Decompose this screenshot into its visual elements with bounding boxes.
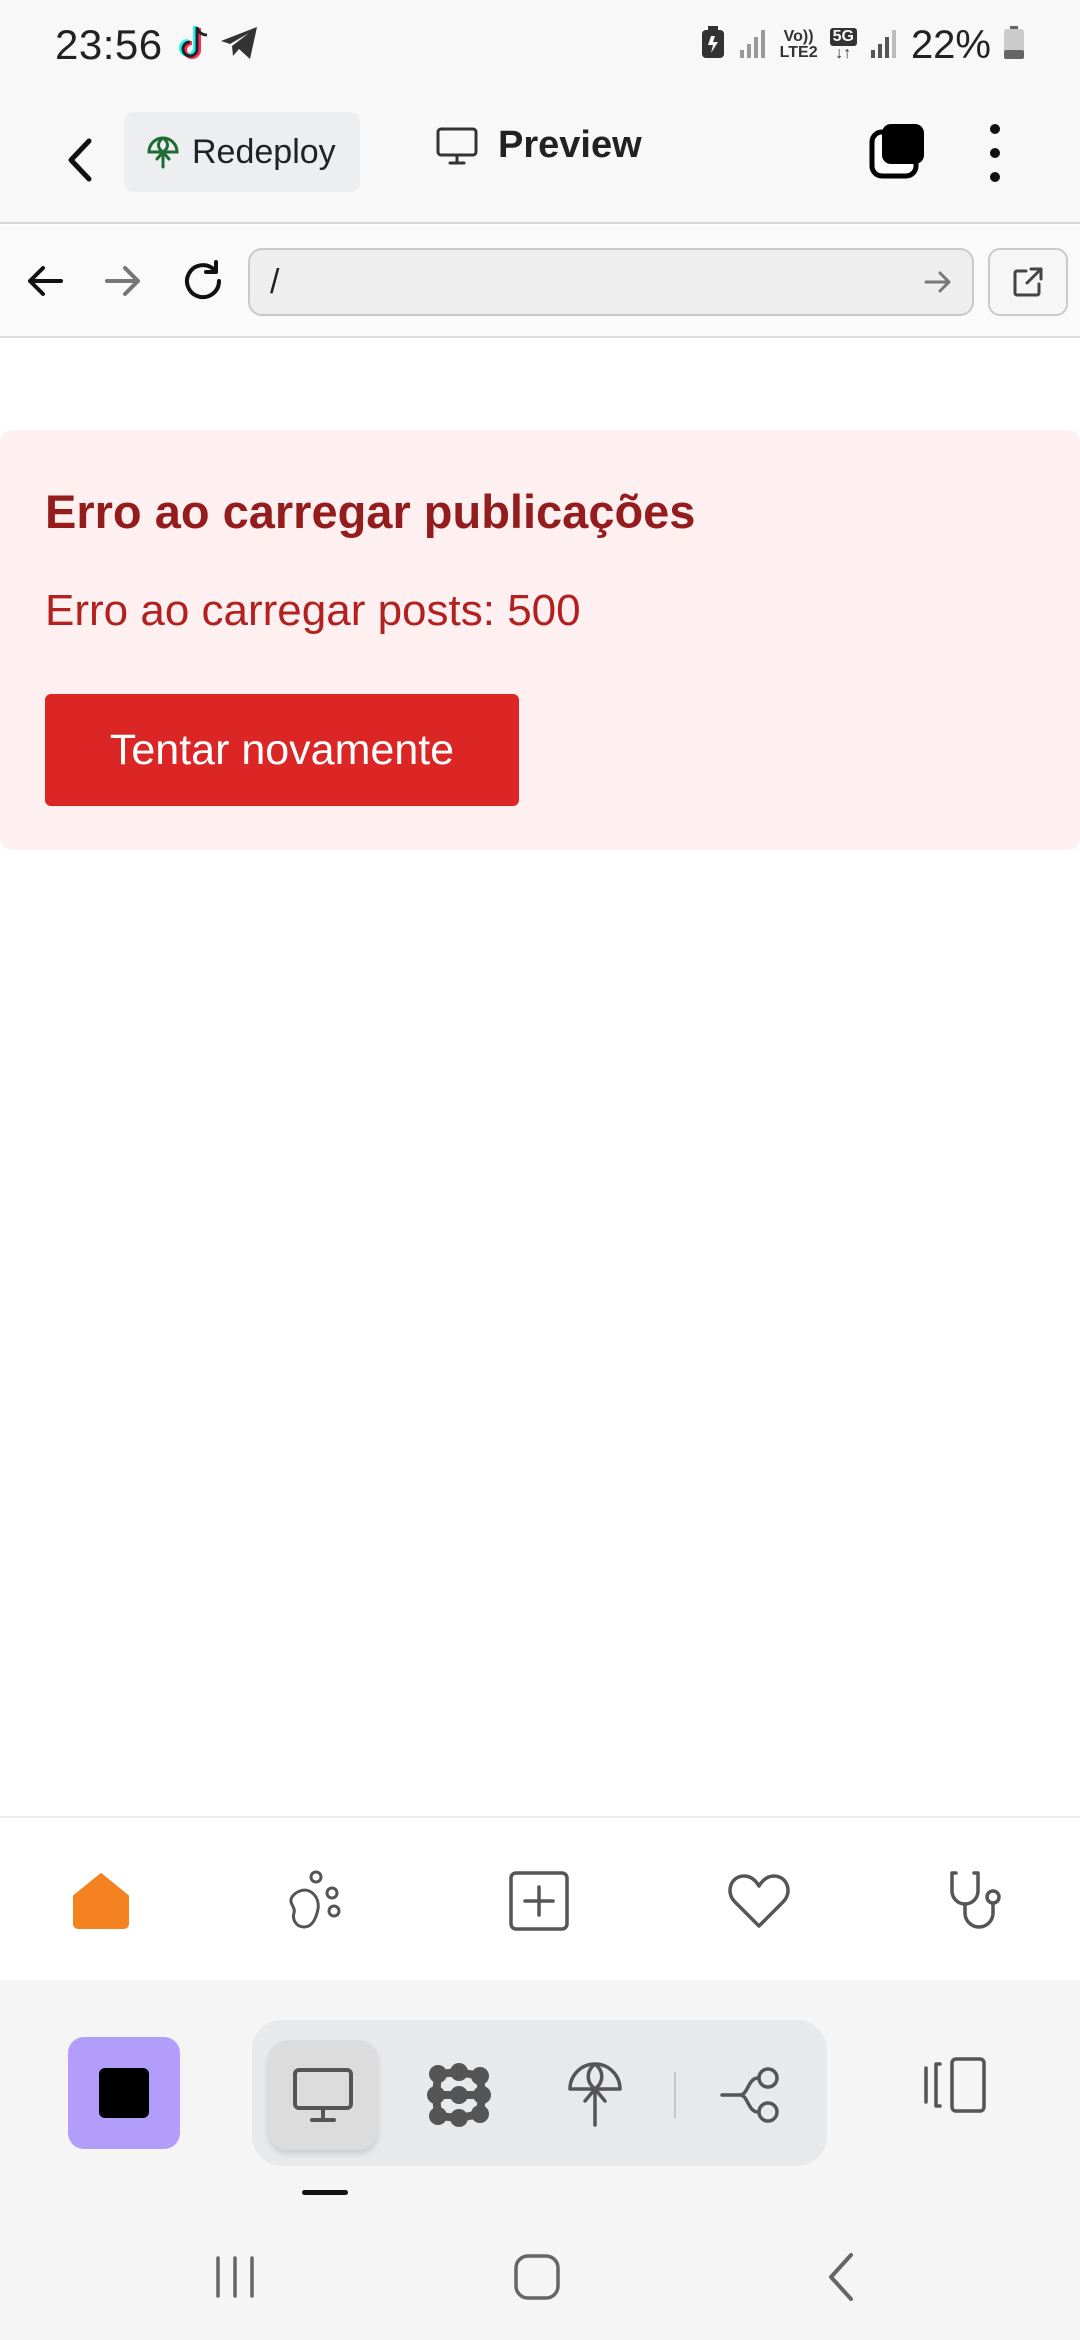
- home-circle-icon: [514, 2254, 560, 2300]
- go-arrow-icon[interactable]: [922, 266, 954, 298]
- recent-apps-button[interactable]: [200, 2242, 270, 2312]
- status-system-icons: Vo)) LTE2 5G ↓↑ 22%: [700, 23, 1025, 68]
- redeploy-button[interactable]: Redeploy: [124, 112, 360, 192]
- heart-icon: [728, 1874, 790, 1928]
- error-message: Erro ao carregar posts: 500: [45, 586, 581, 635]
- nav-pets[interactable]: [283, 1866, 353, 1936]
- workflow-icon: [720, 2067, 779, 2123]
- battery-icon: [1003, 25, 1025, 65]
- status-notification-icons: [177, 23, 259, 68]
- telegram-icon: [219, 25, 259, 66]
- segment-divider: [674, 2072, 676, 2118]
- more-options-button[interactable]: [975, 120, 1015, 186]
- open-external-button[interactable]: [988, 248, 1068, 316]
- add-icon: [509, 1871, 569, 1931]
- stop-icon: [99, 2068, 149, 2118]
- tiktok-icon: [177, 23, 213, 68]
- layout-toggle-button[interactable]: [920, 2050, 990, 2120]
- preview-icon: [293, 2068, 353, 2122]
- app-bottom-nav: [0, 1816, 1080, 1980]
- battery-percent: 22%: [910, 22, 991, 67]
- nav-favorites[interactable]: [724, 1866, 794, 1936]
- stethoscope-icon: [950, 1871, 1001, 1929]
- nav-health[interactable]: [944, 1866, 1014, 1936]
- status-bar: 23:56 Vo)) LTE2 5G ↓↑ 22%: [0, 0, 1080, 90]
- more-dot-icon: [990, 124, 1000, 134]
- paw-icon: [289, 1870, 341, 1929]
- chevron-left-icon: [68, 138, 92, 182]
- external-link-icon: [1013, 267, 1043, 297]
- recent-apps-icon: [216, 2256, 254, 2298]
- home-system-button[interactable]: [502, 2242, 572, 2312]
- retry-button[interactable]: Tentar novamente: [45, 694, 519, 806]
- arrow-right-icon: [105, 266, 140, 296]
- arrow-left-icon: [28, 266, 63, 296]
- signal-icon-1: [738, 26, 768, 65]
- deploy-icon: [147, 136, 179, 169]
- home-icon: [73, 1873, 129, 1929]
- app-header: Redeploy Preview: [0, 90, 1080, 224]
- back-button[interactable]: [55, 130, 105, 190]
- status-time: 23:56: [55, 21, 163, 68]
- nav-home[interactable]: [66, 1866, 136, 1936]
- reload-button[interactable]: [178, 256, 228, 306]
- battery-saver-icon: [700, 25, 726, 65]
- system-back-button[interactable]: [806, 2242, 876, 2312]
- preview-title: Preview: [436, 124, 642, 167]
- browser-back-button[interactable]: [20, 256, 70, 306]
- preview-label: Preview: [498, 124, 642, 166]
- segment-preview[interactable]: [268, 2040, 378, 2150]
- tool-dock: [0, 1980, 1080, 2210]
- network-5g-icon: 5G ↓↑: [829, 28, 857, 62]
- error-card: Erro ao carregar publicações Erro ao car…: [0, 430, 1080, 850]
- segment-apps[interactable]: [404, 2040, 514, 2150]
- monitor-icon: [436, 127, 478, 164]
- signal-icon-2: [869, 26, 899, 65]
- segment-deploy[interactable]: [540, 2040, 650, 2150]
- error-title: Erro ao carregar publicações: [45, 485, 696, 538]
- view-switcher: [252, 2020, 827, 2166]
- redeploy-label: Redeploy: [192, 132, 336, 171]
- browser-bar: /: [0, 226, 1080, 338]
- reload-icon: [185, 260, 222, 300]
- tabs-button[interactable]: [868, 122, 928, 182]
- preview-content: Erro ao carregar publicações Erro ao car…: [0, 340, 1080, 1816]
- stop-button[interactable]: [68, 2037, 180, 2149]
- deploy-icon: [568, 2062, 622, 2127]
- nav-add[interactable]: [504, 1866, 574, 1936]
- active-segment-indicator: [302, 2190, 348, 2195]
- split-view-icon: [924, 2057, 986, 2113]
- apps-icon: [427, 2063, 491, 2127]
- system-back-icon: [829, 2253, 853, 2301]
- system-navigation-bar: [0, 2210, 1080, 2340]
- url-input[interactable]: /: [248, 248, 974, 316]
- segment-workflow[interactable]: [698, 2040, 808, 2150]
- browser-forward-button[interactable]: [98, 256, 148, 306]
- volte-icon: Vo)) LTE2: [779, 28, 818, 61]
- tabs-icon: [869, 124, 924, 179]
- url-text: /: [270, 262, 280, 301]
